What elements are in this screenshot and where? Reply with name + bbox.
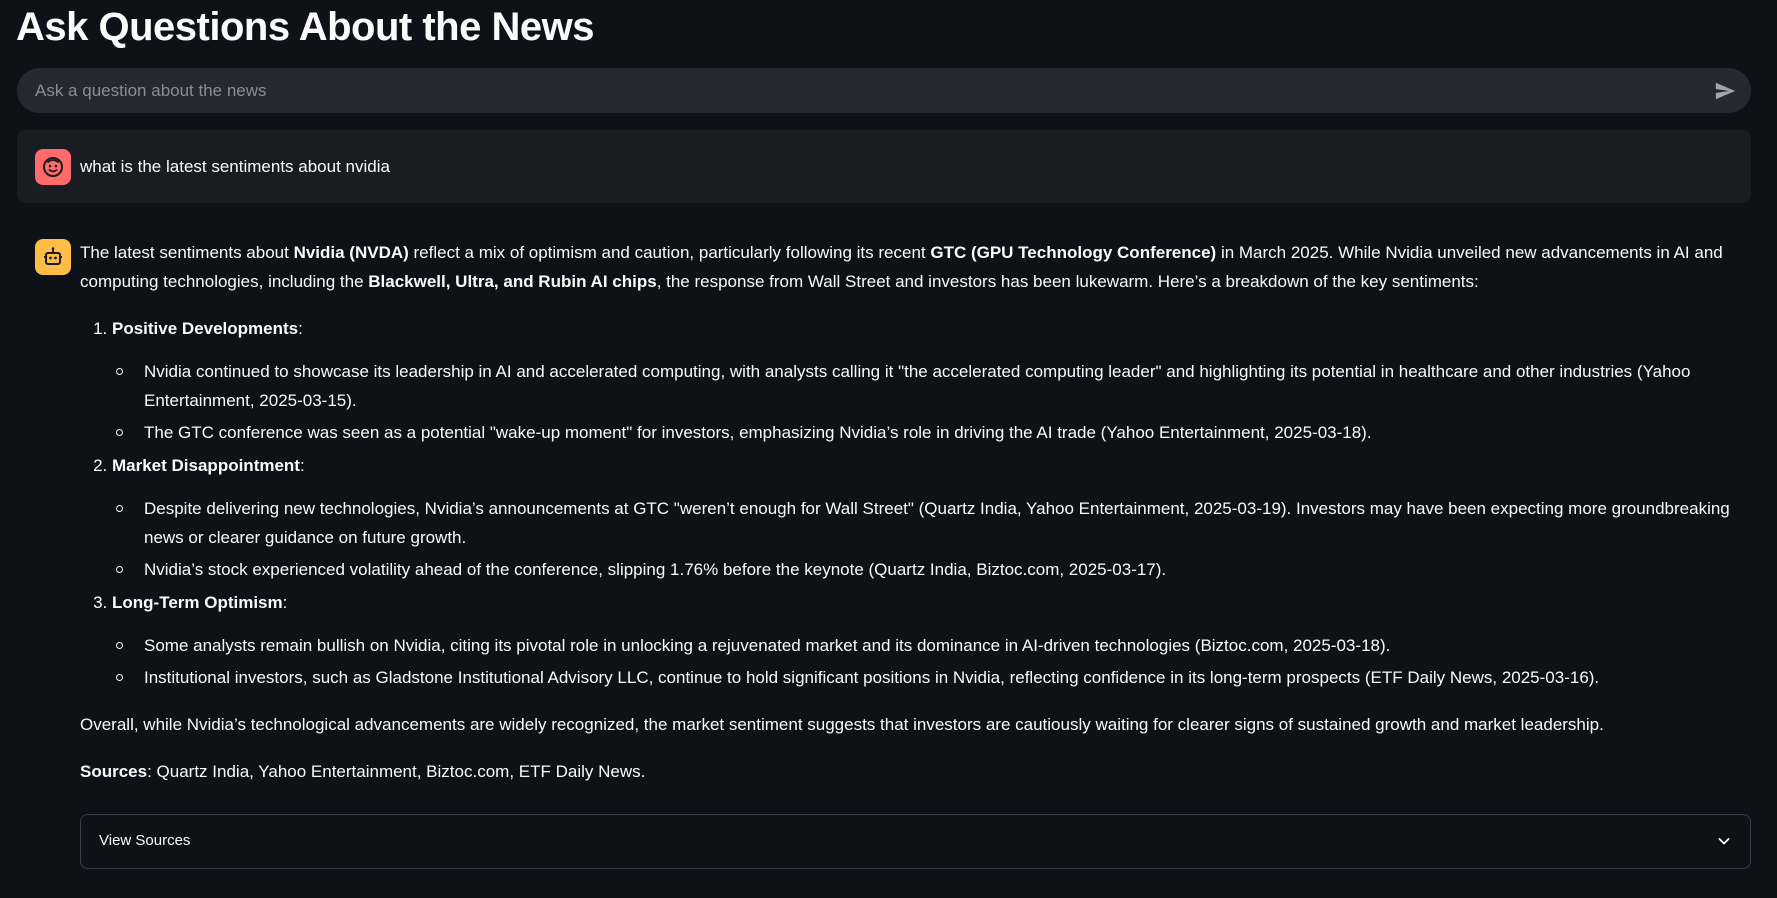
intro-paragraph: The latest sentiments about Nvidia (NVDA… bbox=[80, 238, 1755, 296]
intro-text: reflect a mix of optimism and caution, p… bbox=[408, 243, 931, 262]
send-icon bbox=[1715, 82, 1736, 100]
sources-label: Sources bbox=[80, 762, 148, 781]
bullet-list: Some analysts remain bullish on Nvidia, … bbox=[112, 631, 1755, 692]
expander-label: View Sources bbox=[99, 832, 191, 849]
section-heading: Long-Term Optimism bbox=[112, 593, 283, 612]
intro-bold-text: Blackwell, Ultra, and Rubin AI chips bbox=[368, 272, 657, 291]
user-face-icon bbox=[43, 157, 63, 177]
bullet-item: Institutional investors, such as Gladsto… bbox=[116, 663, 1755, 692]
bullet-item: The GTC conference was seen as a potenti… bbox=[116, 418, 1755, 447]
list-item: Market Disappointment: Despite deliverin… bbox=[112, 451, 1755, 584]
sentiment-list: Positive Developments: Nvidia continued … bbox=[80, 314, 1755, 692]
intro-text: , the response from Wall Street and inve… bbox=[656, 272, 1479, 291]
section-heading: Market Disappointment bbox=[112, 456, 300, 475]
robot-icon bbox=[44, 247, 62, 265]
intro-bold-text: GTC (GPU Technology Conference) bbox=[930, 243, 1217, 262]
bullet-list: Despite delivering new technologies, Nvi… bbox=[112, 494, 1755, 584]
list-item: Long-Term Optimism: Some analysts remain… bbox=[112, 588, 1755, 692]
user-avatar bbox=[35, 149, 71, 185]
intro-text: The latest sentiments about bbox=[80, 243, 294, 262]
user-message-text: what is the latest sentiments about nvid… bbox=[80, 157, 390, 176]
bullet-list: Nvidia continued to showcase its leaders… bbox=[112, 357, 1755, 447]
page-title: Ask Questions About the News bbox=[16, 5, 594, 49]
bullet-item: Some analysts remain bullish on Nvidia, … bbox=[116, 631, 1755, 660]
chat-input[interactable] bbox=[35, 68, 1695, 113]
bullet-item: Nvidia continued to showcase its leaders… bbox=[116, 357, 1755, 415]
assistant-avatar bbox=[35, 239, 71, 275]
list-item: Positive Developments: Nvidia continued … bbox=[112, 314, 1755, 447]
bullet-item: Nvidia’s stock experienced volatility ah… bbox=[116, 555, 1755, 584]
user-message: what is the latest sentiments about nvid… bbox=[17, 130, 1751, 203]
sources-text: : Quartz India, Yahoo Entertainment, Biz… bbox=[147, 762, 646, 781]
bullet-item: Despite delivering new technologies, Nvi… bbox=[116, 494, 1755, 552]
section-heading: Positive Developments bbox=[112, 319, 299, 338]
chevron-down-icon bbox=[1718, 838, 1730, 845]
chat-input-container bbox=[17, 68, 1751, 113]
view-sources-expander[interactable]: View Sources bbox=[80, 814, 1751, 869]
send-button[interactable] bbox=[1711, 77, 1739, 105]
intro-bold-text: Nvidia (NVDA) bbox=[293, 243, 409, 262]
assistant-message: The latest sentiments about Nvidia (NVDA… bbox=[80, 238, 1755, 804]
overall-paragraph: Overall, while Nvidia’s technological ad… bbox=[80, 715, 1604, 734]
sources-line: Sources: Quartz India, Yahoo Entertainme… bbox=[80, 757, 1755, 786]
app-page: Ask Questions About the News what is the… bbox=[0, 0, 1777, 898]
